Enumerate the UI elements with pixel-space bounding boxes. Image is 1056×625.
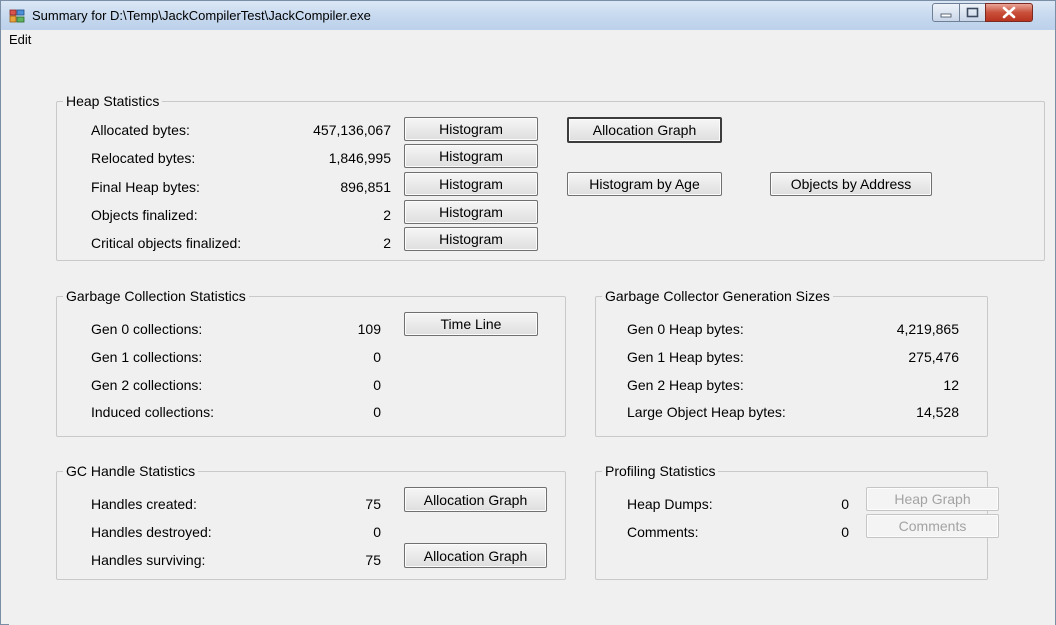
profiling-statistics-legend: Profiling Statistics [605, 463, 716, 479]
comments-value: 0 [841, 524, 849, 540]
window-title: Summary for D:\Temp\JackCompilerTest\Jac… [32, 8, 371, 23]
large-object-heap-bytes-label: Large Object Heap bytes: [627, 404, 786, 420]
timeline-button[interactable]: Time Line [404, 312, 538, 336]
menu-edit[interactable]: Edit [9, 32, 31, 47]
objects-finalized-histogram-button[interactable]: Histogram [404, 200, 538, 224]
allocated-bytes-label: Allocated bytes: [91, 122, 190, 138]
app-icon [9, 9, 25, 23]
relocated-bytes-value: 1,846,995 [328, 150, 391, 166]
gc-statistics-legend: Garbage Collection Statistics [66, 288, 246, 304]
gen2-collections-value: 0 [373, 377, 381, 393]
menu-bar: Edit [9, 30, 1055, 50]
induced-collections-value: 0 [373, 404, 381, 420]
objects-finalized-value: 2 [383, 207, 391, 223]
gen0-heap-bytes-value: 4,219,865 [896, 321, 959, 337]
critical-objects-finalized-label: Critical objects finalized: [91, 235, 242, 251]
gen0-collections-label: Gen 0 collections: [91, 321, 203, 337]
handles-surviving-value: 75 [365, 552, 381, 568]
content-area: Heap Statistics Allocated bytes: 457,136… [9, 50, 1055, 625]
allocated-histogram-button[interactable]: Histogram [404, 117, 538, 141]
objects-finalized-label: Objects finalized: [91, 207, 198, 223]
objects-by-address-button[interactable]: Objects by Address [770, 172, 932, 196]
comments-label: Comments: [627, 524, 699, 540]
relocated-bytes-label: Relocated bytes: [91, 150, 196, 166]
title-bar[interactable]: Summary for D:\Temp\JackCompilerTest\Jac… [1, 1, 1055, 30]
gen2-heap-bytes-label: Gen 2 Heap bytes: [627, 377, 744, 393]
relocated-histogram-button[interactable]: Histogram [404, 144, 538, 168]
gen0-collections-value: 109 [357, 321, 381, 337]
allocated-bytes-value: 457,136,067 [313, 122, 391, 138]
critical-objects-histogram-button[interactable]: Histogram [404, 227, 538, 251]
gen0-heap-bytes-label: Gen 0 Heap bytes: [627, 321, 744, 337]
critical-objects-finalized-value: 2 [383, 235, 391, 251]
close-button[interactable] [985, 3, 1033, 22]
handles-created-allocation-graph-button[interactable]: Allocation Graph [404, 487, 547, 512]
induced-collections-label: Induced collections: [91, 404, 214, 420]
generation-sizes-legend: Garbage Collector Generation Sizes [605, 288, 830, 304]
heap-dumps-label: Heap Dumps: [627, 496, 713, 512]
allocation-graph-button[interactable]: Allocation Graph [567, 117, 722, 143]
handles-surviving-label: Handles surviving: [91, 552, 206, 568]
gen1-collections-value: 0 [373, 349, 381, 365]
gen1-heap-bytes-value: 275,476 [908, 349, 959, 365]
handles-destroyed-label: Handles destroyed: [91, 524, 212, 540]
histogram-by-age-button[interactable]: Histogram by Age [567, 172, 722, 196]
final-heap-bytes-label: Final Heap bytes: [91, 179, 200, 195]
large-object-heap-bytes-value: 14,528 [916, 404, 959, 420]
gen1-collections-label: Gen 1 collections: [91, 349, 203, 365]
gen1-heap-bytes-label: Gen 1 Heap bytes: [627, 349, 744, 365]
minimize-icon [940, 13, 952, 18]
gc-handle-statistics-legend: GC Handle Statistics [66, 463, 196, 479]
maximize-button[interactable] [959, 3, 986, 22]
summary-window: Summary for D:\Temp\JackCompilerTest\Jac… [0, 0, 1056, 625]
heap-statistics-legend: Heap Statistics [66, 93, 160, 109]
close-icon [1002, 6, 1016, 19]
heap-dumps-value: 0 [841, 496, 849, 512]
gen2-collections-label: Gen 2 collections: [91, 377, 203, 393]
minimize-button[interactable] [932, 3, 960, 22]
handles-destroyed-value: 0 [373, 524, 381, 540]
handles-created-value: 75 [365, 496, 381, 512]
handles-created-label: Handles created: [91, 496, 197, 512]
final-heap-bytes-value: 896,851 [340, 179, 391, 195]
handles-surviving-allocation-graph-button[interactable]: Allocation Graph [404, 543, 547, 568]
maximize-icon [966, 7, 979, 18]
comments-button[interactable]: Comments [866, 514, 999, 538]
final-heap-histogram-button[interactable]: Histogram [404, 172, 538, 196]
gen2-heap-bytes-value: 12 [943, 377, 959, 393]
heap-graph-button[interactable]: Heap Graph [866, 487, 999, 511]
